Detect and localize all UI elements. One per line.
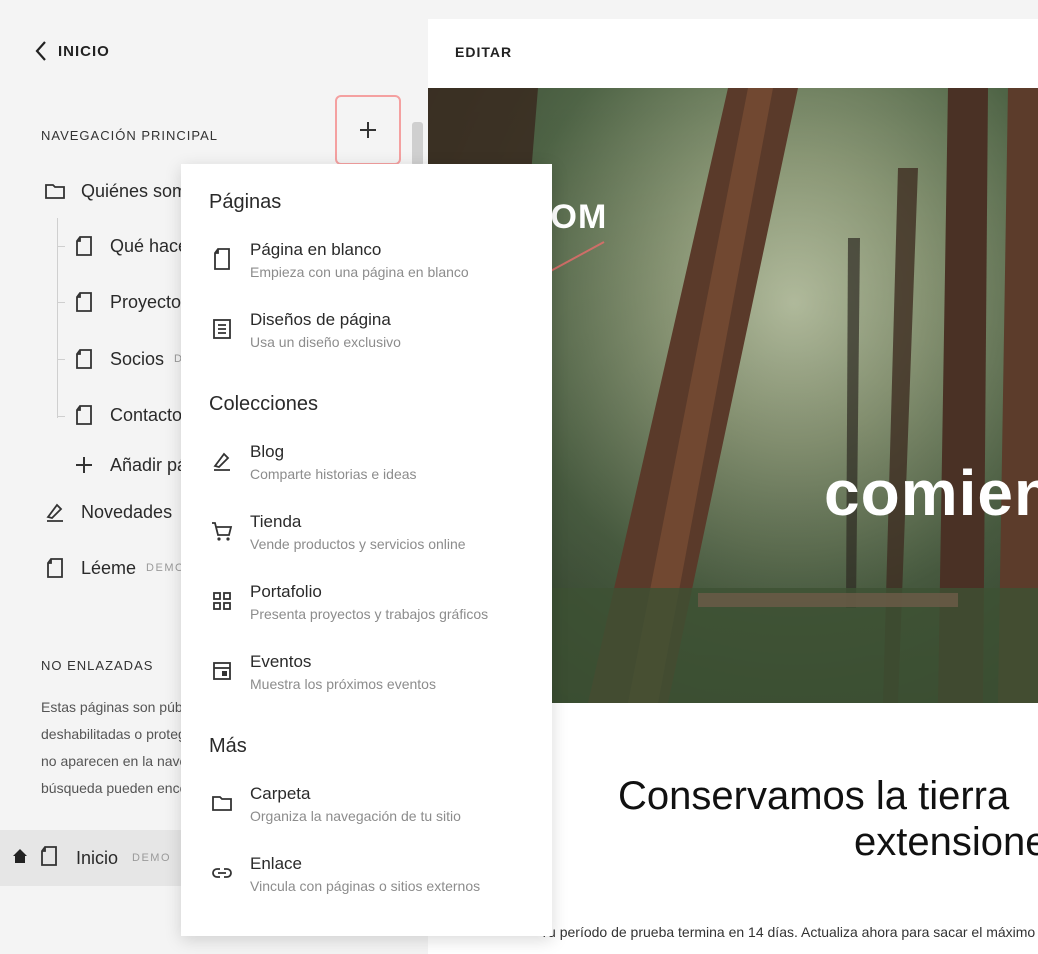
nav-item-label: Socios (110, 348, 165, 369)
nav-item-label: Inicio (76, 847, 119, 868)
tree-tick (57, 246, 65, 247)
menu-item-title: Diseños de página (250, 310, 391, 329)
cart-icon (209, 518, 235, 544)
menu-item-title: Portafolio (250, 582, 322, 601)
back-label: INICIO (58, 42, 110, 60)
main-nav-label: NAVEGACIÓN PRINCIPAL (41, 128, 218, 143)
folder-icon (209, 790, 235, 816)
nav-item-proyectos[interactable]: Proyectos (72, 290, 190, 314)
menu-item-title: Eventos (250, 652, 312, 671)
scrollbar-thumb[interactable] (412, 122, 423, 166)
grid-icon (209, 588, 235, 614)
calendar-icon (209, 658, 235, 684)
menu-item-title: Carpeta (250, 784, 311, 803)
page-icon (72, 290, 96, 314)
add-page-button[interactable] (335, 95, 401, 165)
menu-item-title: Página en blanco (250, 240, 382, 259)
page-icon (38, 845, 60, 872)
plus-icon (360, 122, 376, 138)
menu-item-link[interactable]: Enlace Vincula con páginas o sitios exte… (209, 852, 539, 908)
nav-item-label: Léeme (81, 557, 137, 578)
unlinked-label: NO ENLAZADAS (41, 658, 154, 673)
nav-item-label: Contacto (110, 404, 183, 425)
menu-item-portfolio[interactable]: Portafolio Presenta proyectos y trabajos… (209, 580, 539, 636)
tree-connector (57, 218, 58, 418)
menu-item-desc: Comparte historias e ideas (250, 466, 417, 482)
menu-section-colecciones: Colecciones (209, 393, 318, 415)
menu-item-desc: Vende productos y servicios online (250, 536, 466, 552)
menu-item-desc: Presenta proyectos y trabajos gráficos (250, 606, 489, 622)
menu-item-blog[interactable]: Blog Comparte historias e ideas (209, 440, 539, 496)
nav-item-label: Novedades (81, 501, 173, 522)
page-icon (72, 347, 96, 371)
menu-item-desc: Empieza con una página en blanco (250, 264, 469, 280)
demo-badge: DEMO (132, 852, 172, 864)
menu-section-mas: Más (209, 735, 247, 757)
unlinked-line: no aparecen en la navegación (41, 753, 181, 769)
page-icon (72, 234, 96, 258)
menu-section-paginas: Páginas (209, 191, 282, 213)
section-heading: Conservamos la tierra extensiones (618, 773, 1038, 865)
nav-item-leeme[interactable]: Léeme DEMO (43, 556, 185, 580)
back-button[interactable]: INICIO (34, 40, 110, 62)
nav-item-label: Proyectos (110, 291, 191, 312)
menu-item-blank-page[interactable]: Página en blanco Empieza con una página … (209, 238, 539, 294)
folder-icon (43, 179, 67, 203)
section-heading-line: extensiones (854, 820, 1038, 864)
menu-item-store[interactable]: Tienda Vende productos y servicios onlin… (209, 510, 539, 566)
menu-item-events[interactable]: Eventos Muestra los próximos eventos (209, 650, 539, 706)
layout-icon (209, 316, 235, 342)
menu-item-title: Blog (250, 442, 285, 461)
tree-tick (57, 302, 65, 303)
menu-item-title: Enlace (250, 854, 302, 873)
blog-icon (43, 500, 67, 524)
menu-item-desc: Vincula con páginas o sitios externos (250, 878, 481, 894)
menu-item-page-layouts[interactable]: Diseños de página Usa un diseño exclusiv… (209, 308, 539, 364)
unlinked-line: deshabilitadas o protegidas (41, 726, 181, 742)
menu-item-folder[interactable]: Carpeta Organiza la navegación de tu sit… (209, 782, 539, 838)
edit-button[interactable]: EDITAR (455, 44, 512, 60)
menu-item-desc: Organiza la navegación de tu sitio (250, 808, 461, 824)
link-icon (209, 860, 235, 886)
hero-headline: comienza (824, 457, 1038, 529)
blog-icon (209, 448, 235, 474)
nav-item-novedades[interactable]: Novedades (43, 500, 172, 524)
tree-tick (57, 359, 65, 360)
section-heading-line: Conservamos la tierra (618, 774, 1010, 818)
home-icon (12, 848, 28, 869)
unlinked-description: Estas páginas son públicas deshabilitada… (41, 694, 181, 802)
menu-item-title: Tienda (250, 512, 302, 531)
menu-item-desc: Muestra los próximos eventos (250, 676, 436, 692)
page-icon (72, 403, 96, 427)
unlinked-line: búsqueda pueden encontrarlas (41, 780, 181, 796)
add-page-menu: Páginas Página en blanco Empieza con una… (181, 164, 552, 936)
chevron-left-icon (35, 41, 46, 61)
demo-badge: DEMO (146, 562, 186, 574)
menu-item-desc: Usa un diseño exclusivo (250, 334, 401, 350)
trial-notice: Tu período de prueba termina en 14 días.… (540, 924, 1038, 940)
page-icon (43, 556, 67, 580)
unlinked-line: Estas páginas son públicas (41, 699, 181, 715)
nav-item-contacto[interactable]: Contacto (72, 403, 182, 427)
plus-icon (72, 453, 96, 477)
tree-tick (57, 416, 65, 417)
page-icon (209, 246, 235, 272)
